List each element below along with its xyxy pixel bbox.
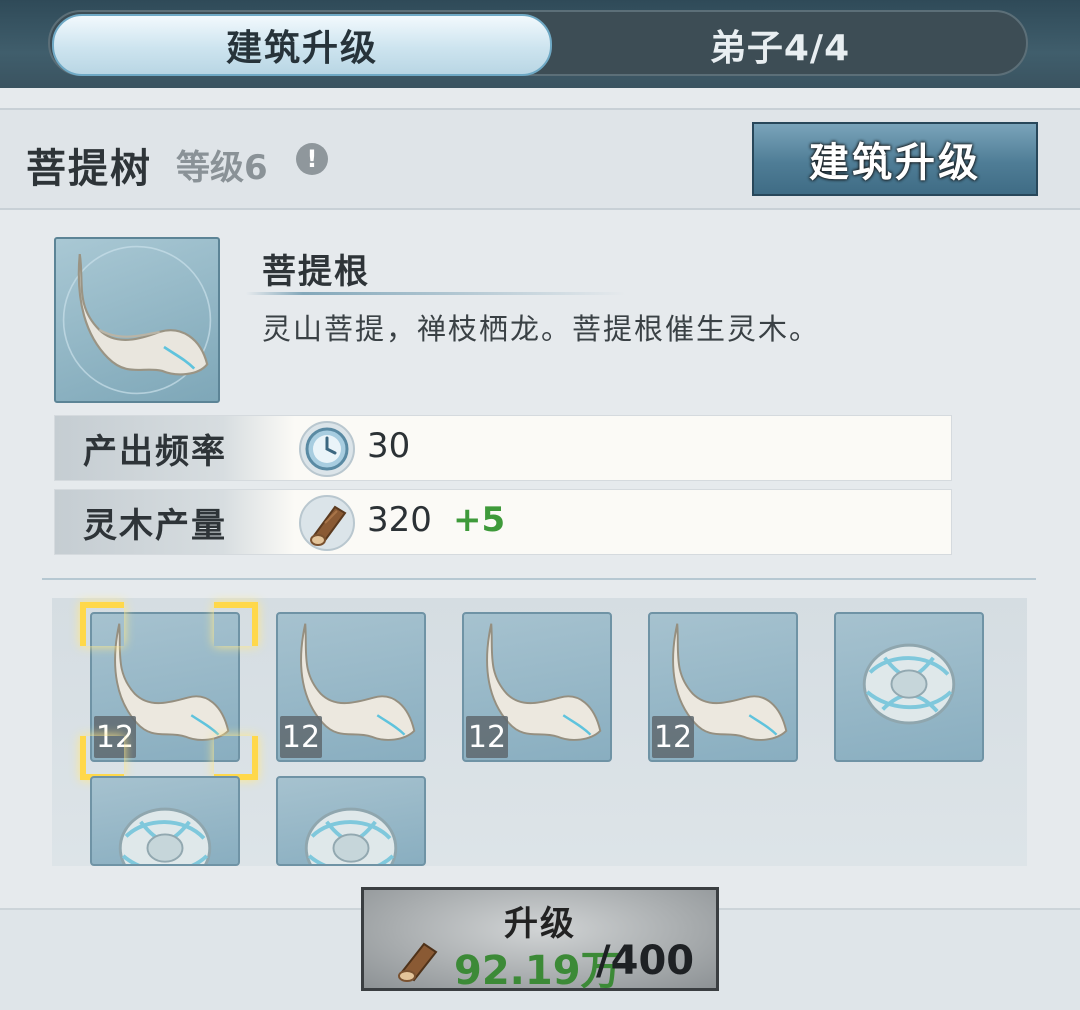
wood-log-icon xyxy=(299,495,355,551)
bodhi-root-icon xyxy=(62,245,212,395)
selection-corner xyxy=(214,602,258,646)
material-slot[interactable] xyxy=(276,776,426,866)
material-slot[interactable]: 12 xyxy=(276,612,426,762)
stat-value: 320 xyxy=(367,500,432,540)
upgrade-button[interactable]: 升级 92.19万 /400 xyxy=(361,887,719,994)
section-divider xyxy=(42,578,1036,580)
selection-corner xyxy=(80,736,124,780)
stat-value: 30 xyxy=(367,426,411,466)
material-slot[interactable] xyxy=(90,776,240,866)
item-divider xyxy=(246,292,626,295)
selection-corner xyxy=(80,602,124,646)
stat-row-frequency: 产出频率 30 xyxy=(54,415,952,481)
material-slot[interactable] xyxy=(834,612,984,762)
item-name: 菩提根 xyxy=(262,252,370,292)
cost-required: /400 xyxy=(596,938,695,984)
stat-label: 产出频率 xyxy=(55,416,295,480)
spirit-nest-icon xyxy=(118,807,212,864)
item-count-badge: 12 xyxy=(466,716,508,758)
stat-bonus: +5 xyxy=(453,500,506,540)
stat-row-wood-output: 灵木产量 320 +5 xyxy=(54,489,952,555)
stat-label: 灵木产量 xyxy=(55,490,295,554)
building-upgrade-button[interactable]: 建筑升级 xyxy=(752,122,1038,196)
tab-building-upgrade[interactable]: 建筑升级 xyxy=(52,14,552,76)
building-name: 菩提树 xyxy=(26,146,152,192)
wood-log-icon xyxy=(398,942,438,982)
tab-disciples[interactable]: 弟子4/4 xyxy=(560,14,1000,76)
item-count-badge: 12 xyxy=(280,716,322,758)
item-icon-frame xyxy=(54,237,220,403)
building-level: 等级6 xyxy=(176,148,268,188)
spirit-nest-icon xyxy=(862,643,956,725)
item-description: 灵山菩提，禅枝栖龙。菩提根催生灵木。 xyxy=(262,312,821,346)
material-slot[interactable]: 12 xyxy=(648,612,798,762)
clock-icon xyxy=(299,421,355,477)
spirit-nest-icon xyxy=(304,807,398,864)
material-slot[interactable]: 12 xyxy=(462,612,612,762)
info-icon[interactable]: ! xyxy=(296,143,328,175)
selection-corner xyxy=(214,736,258,780)
item-count-badge: 12 xyxy=(652,716,694,758)
